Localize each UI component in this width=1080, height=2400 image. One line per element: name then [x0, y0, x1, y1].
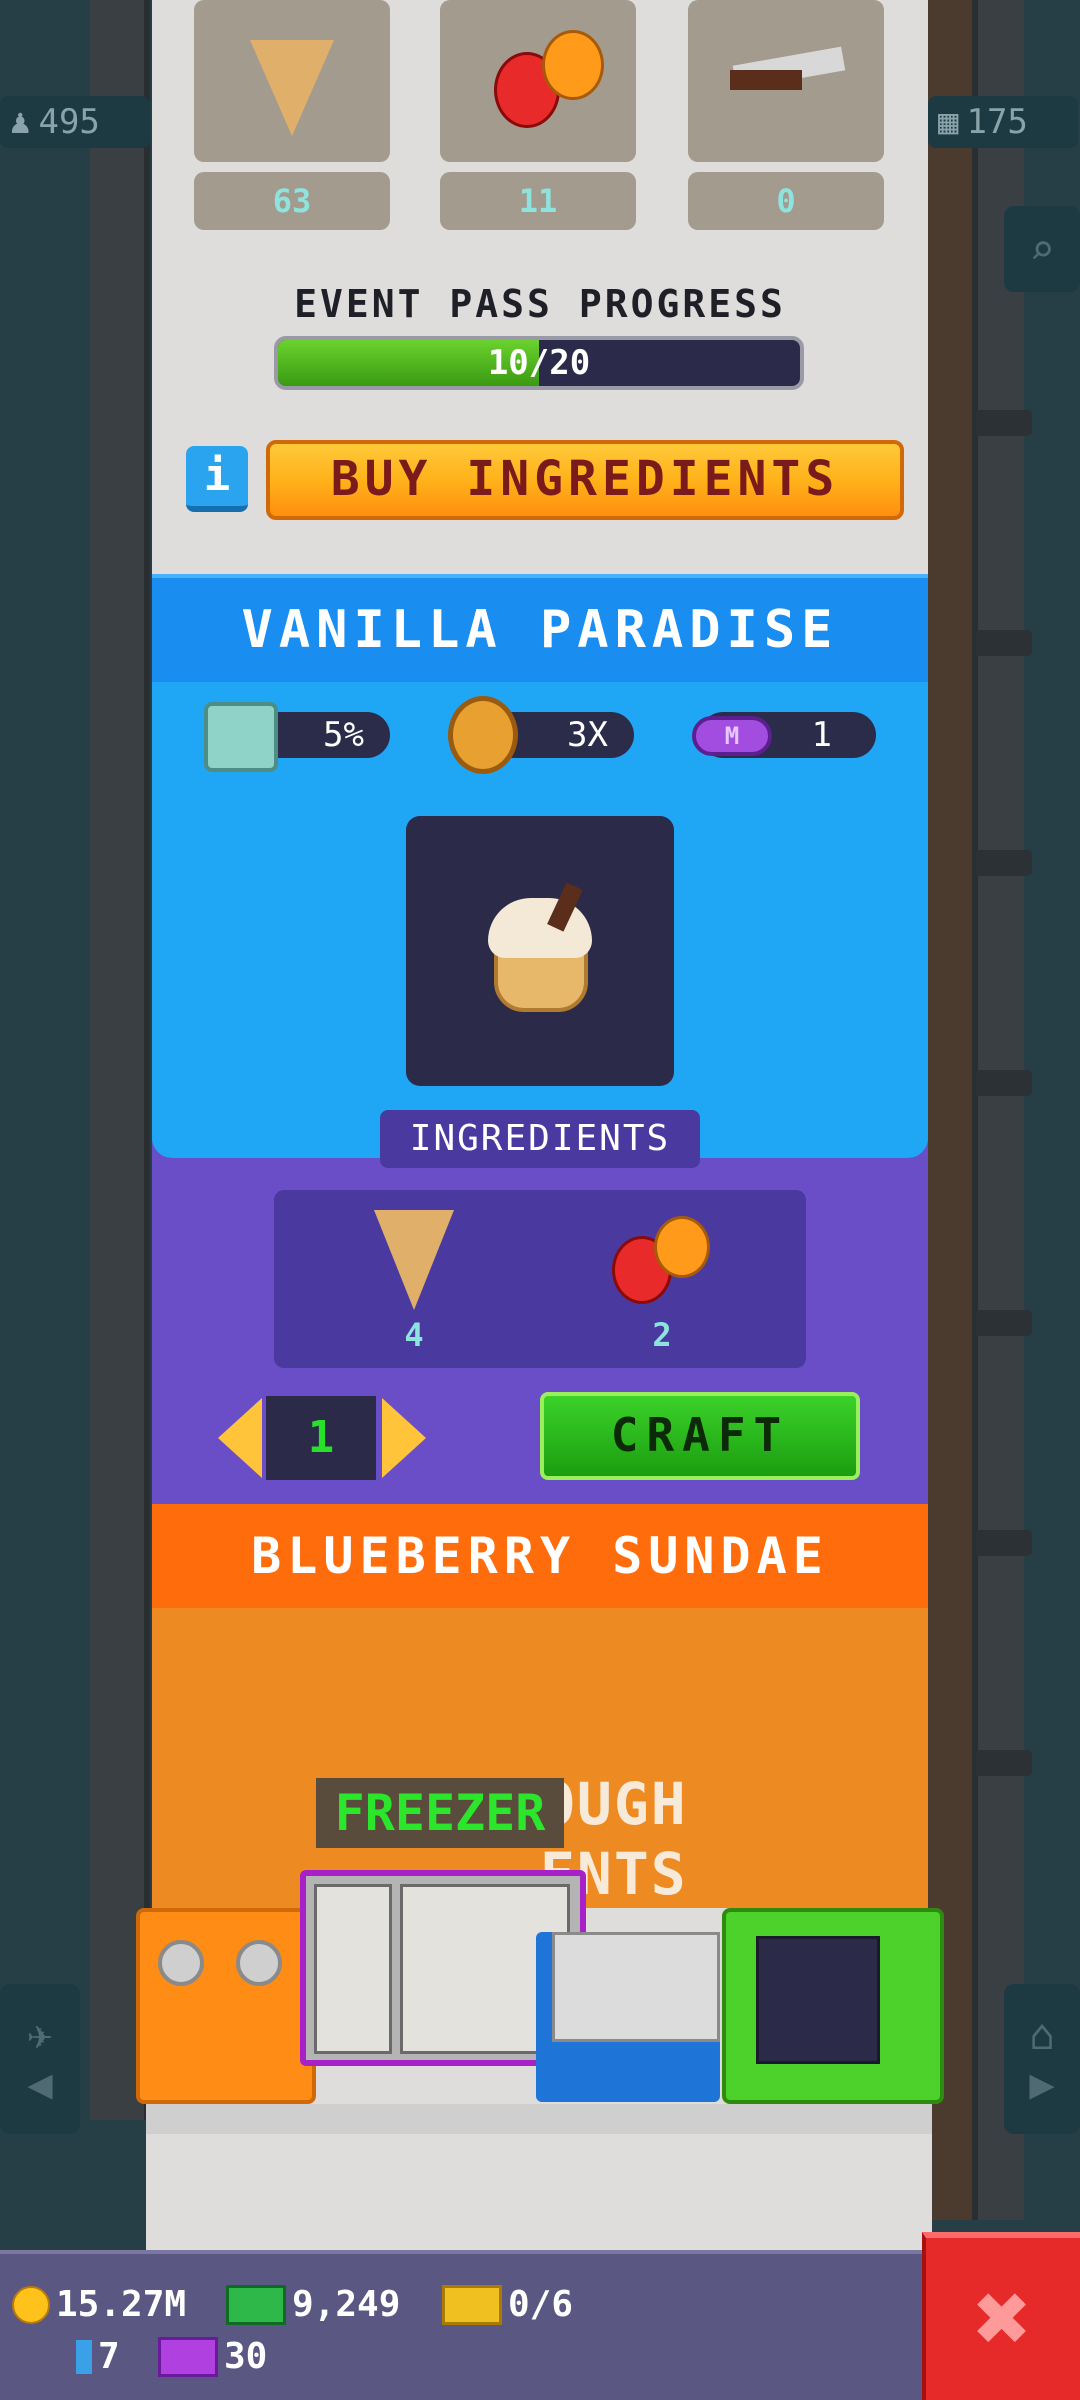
m-badge-icon: M [692, 716, 772, 756]
inventory-slot-chocolate[interactable] [688, 0, 884, 162]
inventory-slot-cone[interactable] [194, 0, 390, 162]
gem-icon [76, 2339, 92, 2374]
craft-quantity: 1 [266, 1396, 376, 1480]
cash-icon [226, 2284, 286, 2325]
event-pass-progress-bar: 10/20 [274, 336, 804, 390]
arrow-left-icon: ◀ [27, 2059, 53, 2108]
floor-counter: ▦ 175 [928, 96, 1078, 148]
elevator-rung [976, 630, 1032, 656]
building-icon: ▦ [938, 102, 959, 142]
ingredients-list [274, 1190, 806, 1368]
tokens-value: 30 [224, 2336, 268, 2377]
ingredient-count: 4 [404, 1316, 424, 1354]
left-elevator-button[interactable]: ✈ ◀ [0, 1984, 80, 2134]
chocolate-crumbs [730, 70, 802, 90]
info-button[interactable]: i [186, 446, 248, 512]
elevator-rung [976, 410, 1032, 436]
right-elevator-button[interactable]: ⌂ ▶ [1004, 1984, 1080, 2134]
event-pass-progress-text: 10/20 [487, 343, 591, 383]
tower-column-right [972, 0, 1024, 2220]
coin-icon [448, 696, 518, 774]
person-icon: ♟ [10, 102, 31, 142]
ice-cream-cream-icon [488, 898, 592, 958]
display-case-glass [552, 1932, 720, 2042]
token-icon [158, 2336, 218, 2377]
mixer-machine[interactable] [136, 1908, 316, 2104]
inventory-count: 63 [194, 172, 390, 230]
arrow-right-icon: ▶ [1029, 2059, 1055, 2108]
ingredient-count: 2 [652, 1316, 672, 1354]
freezer-label: FREEZER [316, 1778, 564, 1848]
tower-column-left [90, 0, 150, 2120]
next-recipe-title: BLUEBERRY SUNDAE [152, 1504, 928, 1608]
waffle-cone-icon [250, 40, 334, 136]
orange-icon [654, 1216, 710, 1278]
buy-ingredients-button[interactable]: BUY INGREDIENTS [266, 440, 904, 520]
ticket-icon [442, 2284, 502, 2325]
shop-floor [146, 2104, 932, 2134]
ingredients-label: INGREDIENTS [380, 1110, 700, 1168]
recipe-title: VANILLA PARADISE [152, 574, 928, 682]
elevator-rung [976, 850, 1032, 876]
shop-floor-base [146, 2134, 932, 2254]
knob-icon [158, 1940, 204, 1986]
tokens-counter: 30 [158, 2336, 267, 2377]
decrease-quantity-button[interactable] [218, 1398, 262, 1478]
population-value: 495 [38, 102, 100, 142]
waffle-cone-icon [374, 1210, 454, 1310]
home-icon: ⌂ [1029, 2010, 1055, 2059]
orange-icon [542, 30, 604, 100]
person-icon: ✈ [27, 2010, 53, 2059]
inventory-slot-berries[interactable] [440, 0, 636, 162]
elevator-rung [976, 1530, 1032, 1556]
freezer-shelves [314, 1884, 392, 2054]
elevator-rung [976, 1310, 1032, 1336]
tickets-counter: 0/6 [442, 2284, 573, 2325]
search-button[interactable]: ⌕ [1004, 206, 1080, 292]
event-pass-label: EVENT PASS PROGRESS [294, 282, 786, 326]
locked-message-line1: OUGH [540, 1770, 688, 1838]
cash-value: 9,249 [292, 2284, 401, 2325]
craft-button[interactable]: CRAFT [540, 1392, 860, 1480]
tickets-value: 0/6 [508, 2284, 574, 2325]
status-bar: 15.27M 9,249 0/6 7 30 [0, 2250, 926, 2400]
gems-counter: 7 [76, 2336, 120, 2377]
search-icon: ⌕ [1029, 224, 1055, 274]
coins-counter: 15.27M [12, 2284, 186, 2325]
population-counter: ♟ 495 [0, 96, 150, 148]
elevator-rung [976, 1070, 1032, 1096]
close-button[interactable]: ✖ [922, 2232, 1080, 2400]
tower-floor-strip [928, 0, 972, 2220]
machine-screen [756, 1936, 880, 2064]
coins-value: 15.27M [56, 2284, 187, 2325]
fridge-icon [204, 702, 278, 772]
floor-value: 175 [966, 102, 1028, 142]
elevator-rung [976, 1750, 1032, 1776]
gems-value: 7 [98, 2336, 120, 2377]
coin-icon [12, 2285, 50, 2324]
increase-quantity-button[interactable] [382, 1398, 426, 1478]
inventory-count: 0 [688, 172, 884, 230]
inventory-count: 11 [440, 172, 636, 230]
cash-counter: 9,249 [226, 2284, 400, 2325]
knob-icon [236, 1940, 282, 1986]
